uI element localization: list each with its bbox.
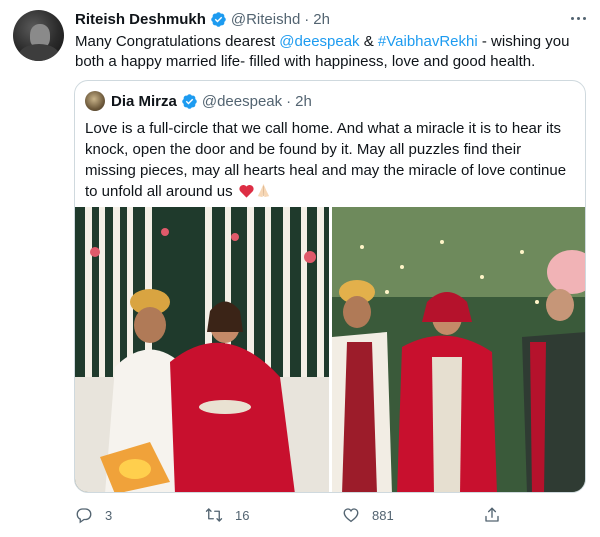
author-avatar[interactable] bbox=[13, 10, 64, 61]
author-name[interactable]: Riteish Deshmukh bbox=[75, 11, 206, 28]
separator-dot: · bbox=[286, 92, 292, 110]
tweet-header: Riteish Deshmukh @Riteishd · 2h bbox=[75, 9, 330, 29]
share-icon bbox=[485, 507, 499, 522]
quoted-author-name: Dia Mirza bbox=[111, 92, 177, 110]
quoted-author-handle: @deespeak bbox=[201, 92, 283, 110]
mention-link[interactable]: @deespeak bbox=[279, 33, 359, 50]
photo-grid bbox=[75, 207, 585, 492]
avatar-shoulder bbox=[19, 44, 59, 61]
wedding-photo-left[interactable] bbox=[75, 207, 329, 492]
retweet-count: 16 bbox=[235, 507, 250, 523]
like-icon bbox=[343, 508, 359, 523]
wedding-photo-right[interactable] bbox=[332, 207, 585, 492]
separator-dot: · bbox=[304, 10, 310, 28]
tweet[interactable]: Riteish Deshmukh @Riteishd · 2h Many Con… bbox=[0, 0, 600, 537]
verified-badge-icon bbox=[181, 93, 198, 110]
quoted-tweet-text: Love is a full-circle that we call home.… bbox=[85, 118, 575, 202]
reply-icon bbox=[76, 508, 92, 524]
quoted-tweet[interactable]: Dia Mirza @deespeak · 2h Love is a full-… bbox=[74, 80, 586, 493]
like-button[interactable]: 881 bbox=[342, 503, 394, 527]
tweet-text-part: & bbox=[359, 33, 378, 50]
quoted-timestamp: 2h bbox=[295, 92, 312, 110]
retweet-icon bbox=[205, 508, 223, 522]
verified-badge-icon bbox=[210, 11, 227, 28]
quoted-author-avatar bbox=[85, 91, 105, 111]
like-count: 881 bbox=[372, 507, 394, 523]
hashtag-link[interactable]: #VaibhavRekhi bbox=[378, 33, 478, 50]
reply-count: 3 bbox=[105, 507, 113, 523]
tweet-actions: 3 16 881 bbox=[75, 503, 505, 527]
share-button[interactable] bbox=[483, 503, 501, 527]
tweet-text: Many Congratulations dearest @deespeak &… bbox=[75, 32, 580, 72]
reply-button[interactable]: 3 bbox=[75, 503, 112, 527]
author-handle[interactable]: @Riteishd bbox=[231, 11, 300, 28]
quoted-text-body: Love is a full-circle that we call home.… bbox=[85, 120, 567, 200]
folded-hands-emoji-icon bbox=[256, 183, 271, 198]
tweet-text-part: Many Congratulations dearest bbox=[75, 33, 280, 50]
heart-emoji-icon bbox=[239, 183, 254, 198]
retweet-button[interactable]: 16 bbox=[205, 503, 249, 527]
quoted-tweet-header: Dia Mirza @deespeak · 2h bbox=[111, 91, 312, 111]
timestamp[interactable]: 2h bbox=[313, 11, 330, 28]
more-options-icon[interactable] bbox=[566, 10, 590, 26]
